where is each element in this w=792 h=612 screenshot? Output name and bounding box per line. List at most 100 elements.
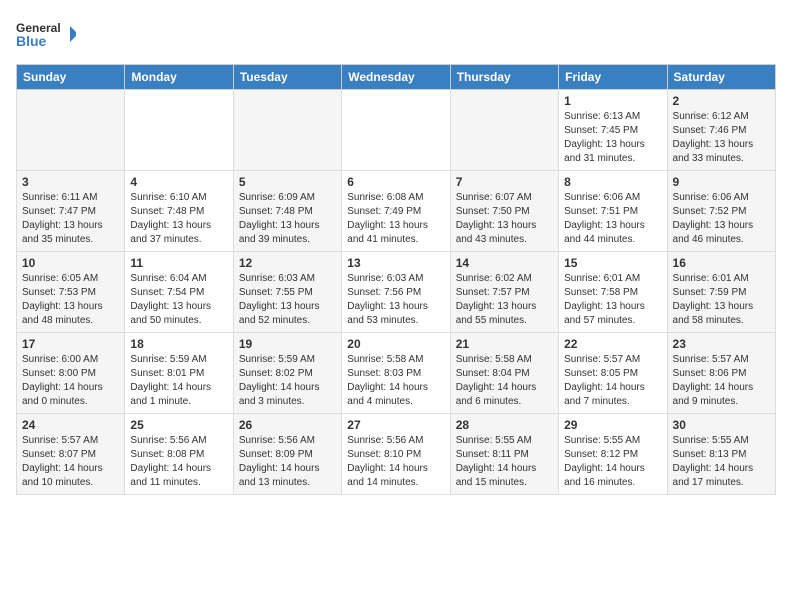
- day-info: Sunrise: 5:55 AM Sunset: 8:13 PM Dayligh…: [673, 434, 770, 490]
- calendar-cell: 25 Sunrise: 5:56 AM Sunset: 8:08 PM Dayli…: [125, 414, 233, 495]
- day-number: 13: [347, 256, 444, 270]
- day-info: Sunrise: 5:56 AM Sunset: 8:10 PM Dayligh…: [347, 434, 444, 490]
- day-info: Sunrise: 6:03 AM Sunset: 7:55 PM Dayligh…: [239, 272, 336, 328]
- calendar-cell: [450, 90, 558, 171]
- day-info: Sunrise: 6:04 AM Sunset: 7:54 PM Dayligh…: [130, 272, 227, 328]
- day-info: Sunrise: 6:11 AM Sunset: 7:47 PM Dayligh…: [22, 191, 119, 247]
- day-info: Sunrise: 5:59 AM Sunset: 8:01 PM Dayligh…: [130, 353, 227, 409]
- day-number: 2: [673, 94, 770, 108]
- day-info: Sunrise: 5:57 AM Sunset: 8:05 PM Dayligh…: [564, 353, 661, 409]
- day-number: 6: [347, 175, 444, 189]
- day-number: 23: [673, 337, 770, 351]
- calendar-cell: 22 Sunrise: 5:57 AM Sunset: 8:05 PM Dayli…: [559, 333, 667, 414]
- week-row-3: 10Sunrise: 6:05 AM Sunset: 7:53 PM Dayli…: [17, 252, 776, 333]
- day-info: Sunrise: 5:59 AM Sunset: 8:02 PM Dayligh…: [239, 353, 336, 409]
- calendar-cell: 5 Sunrise: 6:09 AM Sunset: 7:48 PM Daylig…: [233, 171, 341, 252]
- day-info: Sunrise: 6:02 AM Sunset: 7:57 PM Dayligh…: [456, 272, 553, 328]
- day-info: Sunrise: 5:58 AM Sunset: 8:04 PM Dayligh…: [456, 353, 553, 409]
- calendar-cell: 20 Sunrise: 5:58 AM Sunset: 8:03 PM Dayli…: [342, 333, 450, 414]
- header-monday: Monday: [125, 65, 233, 90]
- day-number: 28: [456, 418, 553, 432]
- calendar-cell: 10Sunrise: 6:05 AM Sunset: 7:53 PM Dayli…: [17, 252, 125, 333]
- day-number: 17: [22, 337, 119, 351]
- header-sunday: Sunday: [17, 65, 125, 90]
- calendar-cell: 8 Sunrise: 6:06 AM Sunset: 7:51 PM Daylig…: [559, 171, 667, 252]
- day-info: Sunrise: 5:57 AM Sunset: 8:06 PM Dayligh…: [673, 353, 770, 409]
- calendar-cell: 29 Sunrise: 5:55 AM Sunset: 8:12 PM Dayli…: [559, 414, 667, 495]
- day-number: 3: [22, 175, 119, 189]
- day-number: 7: [456, 175, 553, 189]
- day-info: Sunrise: 5:55 AM Sunset: 8:11 PM Dayligh…: [456, 434, 553, 490]
- day-number: 30: [673, 418, 770, 432]
- header-saturday: Saturday: [667, 65, 775, 90]
- day-number: 29: [564, 418, 661, 432]
- week-row-5: 24 Sunrise: 5:57 AM Sunset: 8:07 PM Dayli…: [17, 414, 776, 495]
- day-info: Sunrise: 6:10 AM Sunset: 7:48 PM Dayligh…: [130, 191, 227, 247]
- day-info: Sunrise: 6:13 AM Sunset: 7:45 PM Dayligh…: [564, 110, 661, 166]
- day-number: 8: [564, 175, 661, 189]
- header-friday: Friday: [559, 65, 667, 90]
- day-number: 19: [239, 337, 336, 351]
- calendar-cell: 19 Sunrise: 5:59 AM Sunset: 8:02 PM Dayli…: [233, 333, 341, 414]
- day-number: 4: [130, 175, 227, 189]
- calendar-cell: 23 Sunrise: 5:57 AM Sunset: 8:06 PM Dayli…: [667, 333, 775, 414]
- day-number: 24: [22, 418, 119, 432]
- calendar-cell: 28 Sunrise: 5:55 AM Sunset: 8:11 PM Dayli…: [450, 414, 558, 495]
- day-info: Sunrise: 5:56 AM Sunset: 8:09 PM Dayligh…: [239, 434, 336, 490]
- day-number: 11: [130, 256, 227, 270]
- day-info: Sunrise: 6:12 AM Sunset: 7:46 PM Dayligh…: [673, 110, 770, 166]
- calendar-cell: 3 Sunrise: 6:11 AM Sunset: 7:47 PM Daylig…: [17, 171, 125, 252]
- day-number: 21: [456, 337, 553, 351]
- day-info: Sunrise: 6:00 AM Sunset: 8:00 PM Dayligh…: [22, 353, 119, 409]
- day-info: Sunrise: 6:03 AM Sunset: 7:56 PM Dayligh…: [347, 272, 444, 328]
- day-number: 25: [130, 418, 227, 432]
- day-number: 20: [347, 337, 444, 351]
- calendar-cell: 18 Sunrise: 5:59 AM Sunset: 8:01 PM Dayli…: [125, 333, 233, 414]
- header-wednesday: Wednesday: [342, 65, 450, 90]
- calendar-cell: 21 Sunrise: 5:58 AM Sunset: 8:04 PM Dayli…: [450, 333, 558, 414]
- day-number: 15: [564, 256, 661, 270]
- day-info: Sunrise: 6:06 AM Sunset: 7:51 PM Dayligh…: [564, 191, 661, 247]
- calendar-cell: 26 Sunrise: 5:56 AM Sunset: 8:09 PM Dayli…: [233, 414, 341, 495]
- day-number: 5: [239, 175, 336, 189]
- day-info: Sunrise: 5:55 AM Sunset: 8:12 PM Dayligh…: [564, 434, 661, 490]
- header-thursday: Thursday: [450, 65, 558, 90]
- day-info: Sunrise: 5:56 AM Sunset: 8:08 PM Dayligh…: [130, 434, 227, 490]
- day-info: Sunrise: 6:09 AM Sunset: 7:48 PM Dayligh…: [239, 191, 336, 247]
- day-number: 16: [673, 256, 770, 270]
- calendar-cell: [17, 90, 125, 171]
- logo: General Blue: [16, 16, 76, 56]
- week-row-4: 17 Sunrise: 6:00 AM Sunset: 8:00 PM Dayli…: [17, 333, 776, 414]
- calendar-cell: 2 Sunrise: 6:12 AM Sunset: 7:46 PM Daylig…: [667, 90, 775, 171]
- calendar-cell: 30 Sunrise: 5:55 AM Sunset: 8:13 PM Dayli…: [667, 414, 775, 495]
- day-number: 14: [456, 256, 553, 270]
- day-number: 27: [347, 418, 444, 432]
- week-row-1: 1 Sunrise: 6:13 AM Sunset: 7:45 PM Daylig…: [17, 90, 776, 171]
- calendar-cell: [233, 90, 341, 171]
- day-number: 26: [239, 418, 336, 432]
- logo-svg: General Blue: [16, 16, 76, 56]
- calendar-cell: 6 Sunrise: 6:08 AM Sunset: 7:49 PM Daylig…: [342, 171, 450, 252]
- header-row: SundayMondayTuesdayWednesdayThursdayFrid…: [17, 65, 776, 90]
- calendar-cell: 24 Sunrise: 5:57 AM Sunset: 8:07 PM Dayli…: [17, 414, 125, 495]
- week-row-2: 3 Sunrise: 6:11 AM Sunset: 7:47 PM Daylig…: [17, 171, 776, 252]
- calendar-cell: 17 Sunrise: 6:00 AM Sunset: 8:00 PM Dayli…: [17, 333, 125, 414]
- calendar-cell: 7Sunrise: 6:07 AM Sunset: 7:50 PM Daylig…: [450, 171, 558, 252]
- calendar-cell: 13 Sunrise: 6:03 AM Sunset: 7:56 PM Dayli…: [342, 252, 450, 333]
- day-number: 22: [564, 337, 661, 351]
- day-info: Sunrise: 6:08 AM Sunset: 7:49 PM Dayligh…: [347, 191, 444, 247]
- page-header: General Blue: [16, 16, 776, 56]
- day-info: Sunrise: 5:57 AM Sunset: 8:07 PM Dayligh…: [22, 434, 119, 490]
- calendar-cell: 27 Sunrise: 5:56 AM Sunset: 8:10 PM Dayli…: [342, 414, 450, 495]
- calendar-cell: [342, 90, 450, 171]
- day-number: 1: [564, 94, 661, 108]
- day-number: 18: [130, 337, 227, 351]
- calendar-table: SundayMondayTuesdayWednesdayThursdayFrid…: [16, 64, 776, 495]
- calendar-cell: 16 Sunrise: 6:01 AM Sunset: 7:59 PM Dayli…: [667, 252, 775, 333]
- calendar-cell: 15 Sunrise: 6:01 AM Sunset: 7:58 PM Dayli…: [559, 252, 667, 333]
- day-info: Sunrise: 6:01 AM Sunset: 7:59 PM Dayligh…: [673, 272, 770, 328]
- day-info: Sunrise: 6:01 AM Sunset: 7:58 PM Dayligh…: [564, 272, 661, 328]
- day-number: 12: [239, 256, 336, 270]
- day-info: Sunrise: 5:58 AM Sunset: 8:03 PM Dayligh…: [347, 353, 444, 409]
- calendar-cell: 9Sunrise: 6:06 AM Sunset: 7:52 PM Daylig…: [667, 171, 775, 252]
